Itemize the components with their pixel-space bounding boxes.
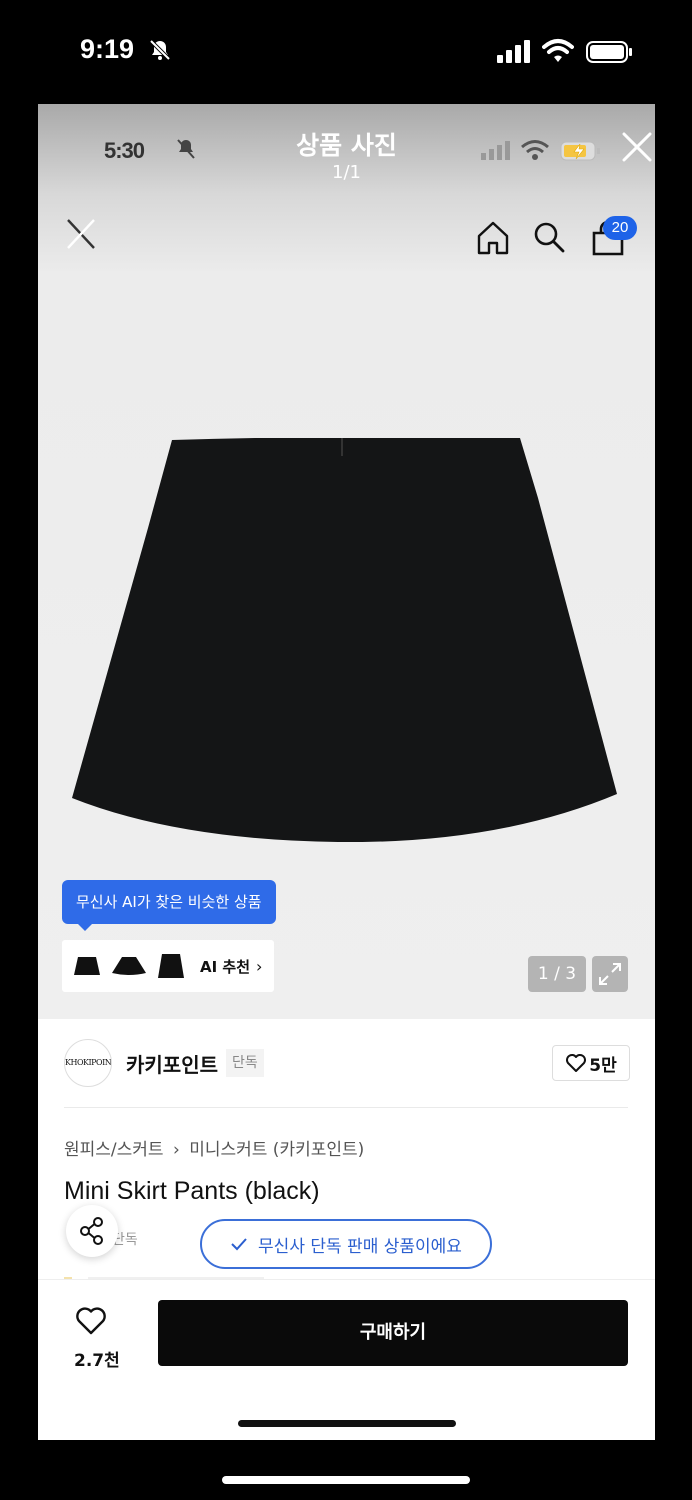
breadcrumb: 원피스/스커트 › 미니스커트 (카키포인트) <box>64 1135 364 1160</box>
wifi-icon <box>542 39 574 62</box>
share-button[interactable] <box>66 1205 118 1257</box>
ai-similar-tooltip: 무신사 AI가 찾은 비슷한 상품 <box>62 880 276 931</box>
heart-icon <box>76 1307 106 1335</box>
exclusive-toast: 무신사 단독 판매 상품이에요 <box>200 1219 492 1269</box>
bottom-action-bar: 2.7천 구매하기 <box>38 1279 655 1440</box>
breadcrumb-subcategory[interactable]: 미니스커트 (카키포인트) <box>189 1140 364 1160</box>
cart-count-badge: 20 <box>603 216 637 240</box>
image-counter: 1 / 3 <box>528 956 586 992</box>
home-indicator[interactable] <box>222 1476 470 1484</box>
outer-status-time: 9:19 <box>80 34 135 64</box>
divider <box>64 1107 628 1108</box>
home-icon[interactable] <box>476 220 510 256</box>
similar-thumbnail[interactable] <box>150 944 192 988</box>
brand-like-button[interactable]: 5만 <box>552 1045 630 1081</box>
battery-icon <box>586 41 632 63</box>
wishlist-count: 2.7천 <box>74 1351 120 1371</box>
ai-recommend-label: AI 추천 <box>200 957 251 976</box>
heart-icon <box>566 1054 587 1072</box>
brand-logo[interactable]: KHOKIPOINT <box>64 1039 112 1087</box>
breadcrumb-separator: › <box>172 1140 180 1160</box>
viewer-counter: 1/1 <box>332 162 361 183</box>
close-icon[interactable] <box>64 216 98 252</box>
similar-thumbnail[interactable] <box>66 944 108 988</box>
inner-signal-icon <box>481 141 510 160</box>
expand-icon[interactable] <box>592 956 628 992</box>
outer-status-bar: 9:19 <box>0 0 692 104</box>
signal-icon <box>497 40 530 63</box>
inner-battery-icon <box>560 141 600 161</box>
search-icon[interactable] <box>532 220 566 254</box>
brand-name[interactable]: 카키포인트 <box>126 1049 218 1078</box>
similar-thumbnail[interactable] <box>108 944 150 988</box>
product-title: Mini Skirt Pants (black) <box>64 1177 320 1205</box>
wishlist-button[interactable] <box>74 1306 108 1340</box>
ai-recommend-strip[interactable]: AI 추천 › <box>62 940 274 992</box>
brand-exclusive-tag: 단독 <box>226 1049 264 1077</box>
share-icon <box>80 1217 103 1245</box>
captured-screenshot: 5:30 상품 사진 1/1 20 무신사 AI가 찾은 비슷한 상품 AI 추… <box>38 104 655 1440</box>
brand-like-count: 5만 <box>589 1055 617 1076</box>
silent-bell-icon <box>149 39 171 61</box>
check-icon <box>231 1238 247 1251</box>
exclusive-toast-text: 무신사 단독 판매 상품이에요 <box>258 1236 462 1257</box>
inner-wifi-icon <box>521 140 549 160</box>
chevron-right-icon: › <box>256 956 263 976</box>
breadcrumb-category[interactable]: 원피스/스커트 <box>64 1140 164 1160</box>
viewer-close-icon[interactable] <box>620 130 654 164</box>
product-image[interactable] <box>68 438 624 842</box>
inner-home-indicator <box>238 1420 456 1427</box>
buy-button[interactable]: 구매하기 <box>158 1300 628 1366</box>
product-photo-area: 5:30 상품 사진 1/1 20 무신사 AI가 찾은 비슷한 상품 AI 추… <box>38 104 655 1019</box>
